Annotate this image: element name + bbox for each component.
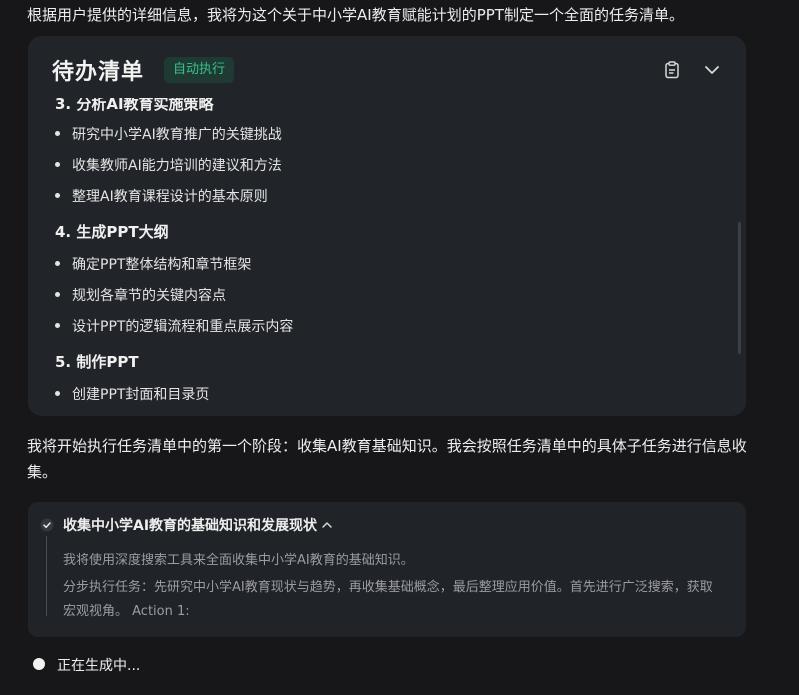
todo-item: 整理AI教育课程设计的基本原则 [55,186,268,206]
bullet-icon [55,161,60,167]
step-card: 收集中小学AI教育的基础知识和发展现状 我将使用深度搜索工具来全面收集中小学AI… [28,502,746,637]
todo-item-text: 研究中小学AI教育推广的关键挑战 [72,127,282,143]
chevron-down-icon[interactable] [702,60,722,80]
bullet-icon [55,390,60,396]
todo-item: 规划各章节的关键内容点 [55,285,226,305]
todo-scrollbar[interactable] [738,222,741,354]
intro-message: 根据用户提供的详细信息，我将为这个关于中小学AI教育赋能计划的PPT制定一个全面… [27,6,684,24]
todo-list-card: 待办清单 自动执行 3. 分析AI教育实施策略 研究中小学AI教育推广的关键挑战… [28,36,746,416]
step-detail-text: 我将使用深度搜索工具来全面收集中小学AI教育的基础知识。 [63,553,414,568]
check-circle-icon [40,518,54,532]
todo-item: 收集教师AI能力培训的建议和方法 [55,155,282,175]
bullet-icon [55,291,60,297]
bullet-icon [55,260,60,266]
assistant-message: 我将开始执行任务清单中的第一个阶段：收集AI教育基础知识。我会按照任务清单中的具… [27,437,747,481]
todo-section-heading: 4. 生成PPT大纲 [55,223,169,241]
auto-execute-badge: 自动执行 [164,57,235,83]
bullet-icon [55,130,60,136]
step-detail-text: 分步执行任务：先研究中小学AI教育现状与趋势，再收集基础概念，最后整理应用价值。… [63,580,713,619]
generating-status: 正在生成中... [57,658,141,674]
bullet-icon [55,192,60,198]
todo-item: 设计PPT的逻辑流程和重点展示内容 [55,316,293,336]
todo-item: 确定PPT整体结构和章节框架 [55,254,251,274]
todo-item-text: 收集教师AI能力培训的建议和方法 [72,158,282,174]
todo-item-text: 确定PPT整体结构和章节框架 [72,257,252,273]
step-divider-line [46,536,47,616]
chat-page: 根据用户提供的详细信息，我将为这个关于中小学AI教育赋能计划的PPT制定一个全面… [0,0,799,695]
todo-item-text: 设计PPT的逻辑流程和重点展示内容 [72,319,294,335]
todo-title: 待办清单 [52,60,145,85]
todo-item-text: 创建PPT封面和目录页 [72,387,210,403]
bullet-icon [55,322,60,328]
step-title[interactable]: 收集中小学AI教育的基础知识和发展现状 [63,515,317,535]
todo-item-text: 整理AI教育课程设计的基本原则 [72,189,268,205]
todo-item: 创建PPT封面和目录页 [55,384,209,404]
todo-header: 待办清单 自动执行 [28,36,746,98]
todo-item-text: 规划各章节的关键内容点 [72,288,226,304]
chevron-up-icon[interactable] [320,518,334,532]
todo-item: 研究中小学AI教育推广的关键挑战 [55,124,282,144]
todo-section-heading: 5. 制作PPT [55,353,139,371]
todo-list-body[interactable]: 3. 分析AI教育实施策略 研究中小学AI教育推广的关键挑战 收集教师AI能力培… [28,95,746,416]
clipboard-icon[interactable] [662,60,682,80]
generating-indicator-icon [33,658,45,670]
